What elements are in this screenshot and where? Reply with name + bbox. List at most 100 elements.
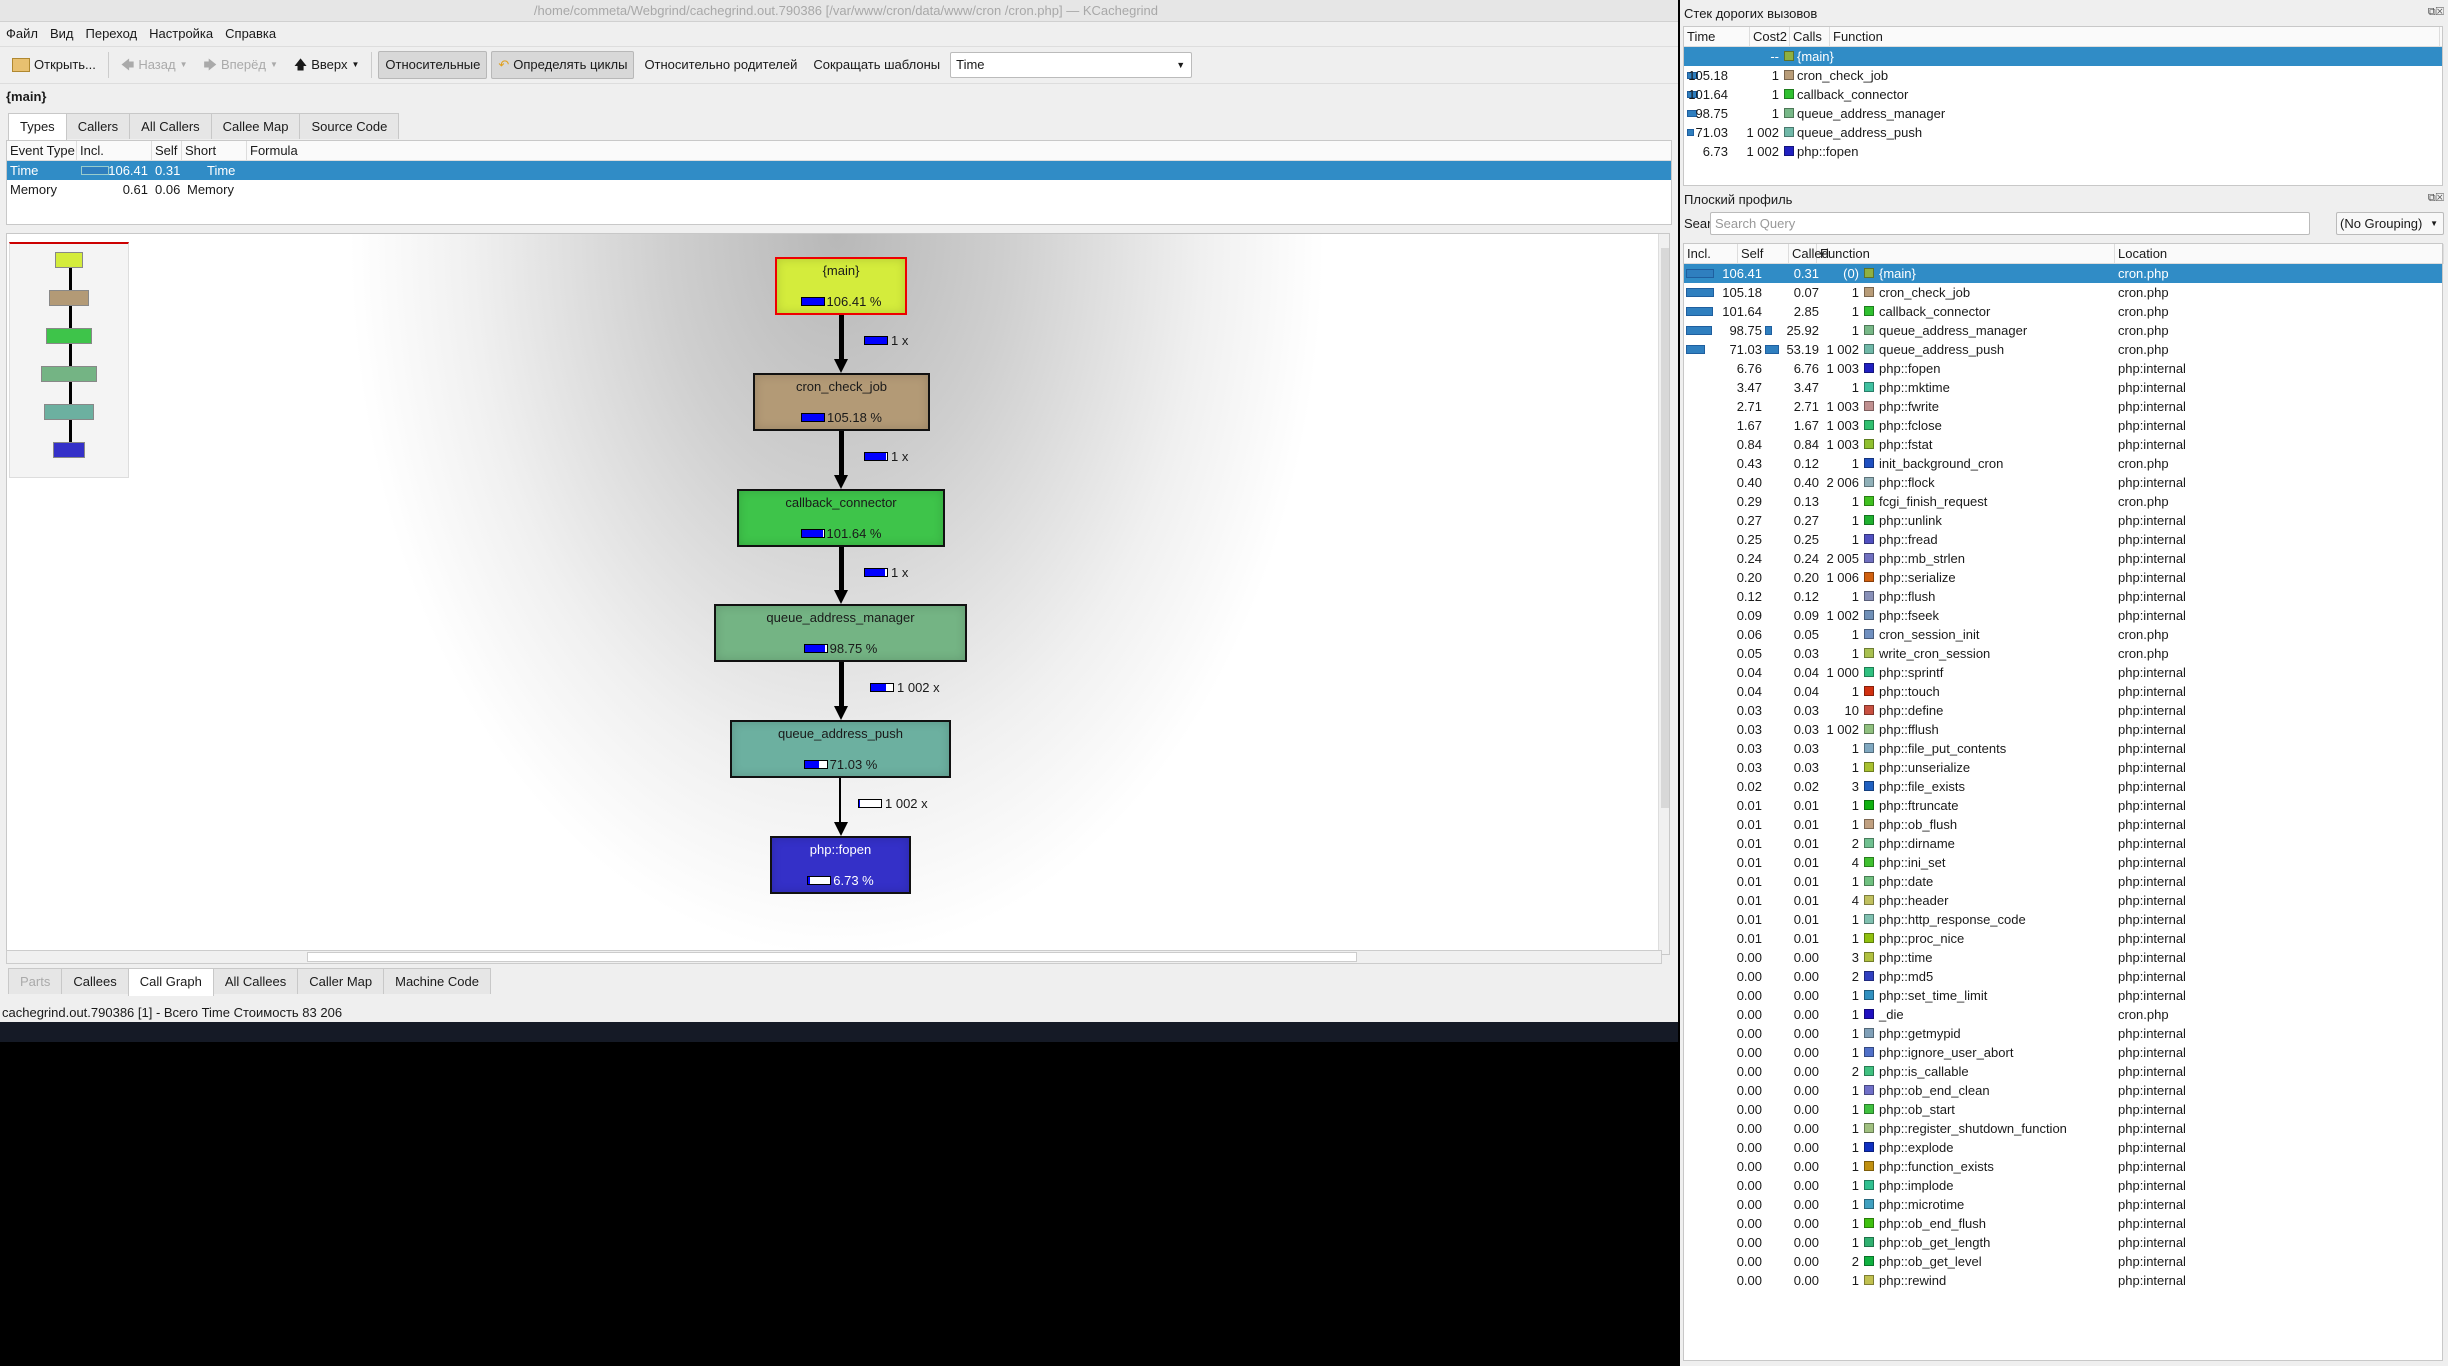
table-row[interactable]: 0.00 0.00 2 php::ob_get_level php:internal bbox=[1684, 1252, 2442, 1271]
table-row[interactable]: 0.12 0.12 1 php::flush php:internal bbox=[1684, 587, 2442, 606]
table-row[interactable]: 0.43 0.12 1 init_background_cron cron.php bbox=[1684, 454, 2442, 473]
table-row[interactable]: 0.29 0.13 1 fcgi_finish_request cron.php bbox=[1684, 492, 2442, 511]
menu-item[interactable]: Справка bbox=[219, 24, 282, 44]
scrollbar-thumb[interactable] bbox=[1661, 248, 1669, 808]
grouping-select[interactable]: (No Grouping) ▼ bbox=[2336, 212, 2444, 235]
tab-machine-code[interactable]: Machine Code bbox=[383, 968, 491, 994]
table-row[interactable]: 0.00 0.00 1 php::register_shutdown_function… bbox=[1684, 1119, 2442, 1138]
table-row[interactable]: 0.00 0.00 1 php::explode php:internal bbox=[1684, 1138, 2442, 1157]
table-row[interactable]: 0.40 0.40 2 006 php::flock php:internal bbox=[1684, 473, 2442, 492]
table-row[interactable]: 0.00 0.00 1 _die cron.php bbox=[1684, 1005, 2442, 1024]
tab-call-graph[interactable]: Call Graph bbox=[127, 968, 214, 996]
table-row[interactable]: -- {main} bbox=[1684, 47, 2442, 66]
relative-parent-toggle[interactable]: Относительно родителей bbox=[638, 51, 803, 79]
table-row[interactable]: 0.00 0.00 1 php::set_time_limit php:internal bbox=[1684, 986, 2442, 1005]
table-row[interactable]: 98.75 1 queue_address_manager bbox=[1684, 104, 2442, 123]
table-row[interactable]: 0.00 0.00 2 php::md5 php:internal bbox=[1684, 967, 2442, 986]
table-row[interactable]: 0.05 0.03 1 write_cron_session cron.php bbox=[1684, 644, 2442, 663]
chevron-down-icon[interactable]: ▼ bbox=[351, 51, 359, 79]
event-type-select[interactable]: Time ▼ bbox=[950, 52, 1193, 78]
horizontal-scrollbar[interactable] bbox=[6, 950, 1662, 964]
table-row[interactable]: 0.00 0.00 1 php::ob_get_length php:internal bbox=[1684, 1233, 2442, 1252]
col-formula[interactable]: Formula bbox=[247, 141, 1671, 160]
col-header[interactable]: Called bbox=[1789, 244, 1829, 264]
tab-callee-map[interactable]: Callee Map bbox=[210, 113, 301, 139]
table-row[interactable]: 0.20 0.20 1 006 php::serialize php:internal bbox=[1684, 568, 2442, 587]
chevron-down-icon[interactable]: ▼ bbox=[270, 51, 278, 79]
tab-types[interactable]: Types bbox=[8, 113, 67, 141]
table-row[interactable]: 1.67 1.67 1 003 php::fclose php:internal bbox=[1684, 416, 2442, 435]
table-row[interactable]: 0.01 0.01 1 php::http_response_code php:inte… bbox=[1684, 910, 2442, 929]
table-row[interactable]: 105.18 0.07 1 cron_check_job cron.php bbox=[1684, 283, 2442, 302]
vertical-scrollbar[interactable] bbox=[1658, 234, 1669, 954]
table-row[interactable]: 0.00 0.00 1 php::ob_start php:internal bbox=[1684, 1100, 2442, 1119]
table-row[interactable]: 0.00 0.00 1 php::ob_end_flush php:internal bbox=[1684, 1214, 2442, 1233]
col-header[interactable]: Location bbox=[2115, 244, 2444, 264]
table-row[interactable]: 0.00 0.00 1 php::getmypid php:internal bbox=[1684, 1024, 2442, 1043]
col-header[interactable]: Function bbox=[1817, 244, 2115, 264]
table-row[interactable]: 0.04 0.04 1 000 php::sprintf php:internal bbox=[1684, 663, 2442, 682]
menu-item[interactable]: Файл bbox=[0, 24, 44, 44]
table-row[interactable]: 6.76 6.76 1 003 php::fopen php:internal bbox=[1684, 359, 2442, 378]
table-row[interactable]: 0.03 0.03 10 php::define php:internal bbox=[1684, 701, 2442, 720]
table-row[interactable]: 0.00 0.00 2 php::is_callable php:internal bbox=[1684, 1062, 2442, 1081]
menu-item[interactable]: Настройка bbox=[143, 24, 219, 44]
table-row[interactable]: 0.01 0.01 1 php::ftruncate php:internal bbox=[1684, 796, 2442, 815]
panel-float-close-icons[interactable]: ⧉☒ bbox=[2428, 192, 2444, 205]
table-row[interactable]: 0.00 0.00 1 php::function_exists php:interna… bbox=[1684, 1157, 2442, 1176]
graph-node[interactable]: queue_address_push 71.03 % bbox=[730, 720, 951, 778]
tab-all-callers[interactable]: All Callers bbox=[129, 113, 212, 139]
col-event-type[interactable]: Event Type bbox=[7, 141, 77, 160]
table-row[interactable]: 105.18 1 cron_check_job bbox=[1684, 66, 2442, 85]
tab-source-code[interactable]: Source Code bbox=[299, 113, 400, 139]
table-row[interactable]: 0.27 0.27 1 php::unlink php:internal bbox=[1684, 511, 2442, 530]
search-input[interactable]: Search Query bbox=[1710, 212, 2310, 235]
table-row[interactable]: 0.09 0.09 1 002 php::fseek php:internal bbox=[1684, 606, 2442, 625]
table-row[interactable]: 3.47 3.47 1 php::mktime php:internal bbox=[1684, 378, 2442, 397]
table-row[interactable]: 0.01 0.01 1 php::ob_flush php:internal bbox=[1684, 815, 2442, 834]
col-header[interactable]: Incl. bbox=[1684, 244, 1738, 264]
table-row[interactable]: 0.04 0.04 1 php::touch php:internal bbox=[1684, 682, 2442, 701]
table-row[interactable]: 98.75 25.92 1 queue_address_manager cron.php bbox=[1684, 321, 2442, 340]
menu-item[interactable]: Переход bbox=[80, 24, 144, 44]
back-button[interactable]: 🡄 Назад ▼ bbox=[115, 51, 194, 79]
open-button[interactable]: Открыть... bbox=[6, 51, 102, 79]
graph-minimap[interactable] bbox=[9, 242, 129, 478]
graph-node[interactable]: {main} 106.41 % bbox=[775, 257, 907, 315]
table-row[interactable]: 0.84 0.84 1 003 php::fstat php:internal bbox=[1684, 435, 2442, 454]
up-button[interactable]: 🡅 Вверх ▼ bbox=[288, 51, 366, 79]
table-row[interactable]: Memory 0.61 0.06 Memory bbox=[7, 180, 1671, 199]
tab-all-callees[interactable]: All Callees bbox=[212, 968, 299, 994]
table-row[interactable]: 0.00 0.00 1 php::microtime php:internal bbox=[1684, 1195, 2442, 1214]
graph-node[interactable]: cron_check_job 105.18 % bbox=[753, 373, 930, 431]
call-graph-canvas[interactable]: {main} 106.41 % 1 x cron_check_job 105.18 % 1… bbox=[6, 233, 1670, 955]
table-row[interactable]: 0.06 0.05 1 cron_session_init cron.php bbox=[1684, 625, 2442, 644]
call-edge[interactable] bbox=[839, 778, 841, 822]
table-row[interactable]: 0.00 0.00 1 php::ignore_user_abort php:inter… bbox=[1684, 1043, 2442, 1062]
table-row[interactable]: 0.00 0.00 1 php::ob_end_clean php:internal bbox=[1684, 1081, 2442, 1100]
col-header[interactable]: Self bbox=[1738, 244, 1789, 264]
scrollbar-thumb[interactable] bbox=[307, 952, 1357, 962]
table-row[interactable]: 0.00 0.00 1 php::implode php:internal bbox=[1684, 1176, 2442, 1195]
col-header[interactable]: Cost2 bbox=[1750, 27, 1790, 47]
chevron-down-icon[interactable]: ▼ bbox=[180, 51, 188, 79]
table-row[interactable]: 71.03 1 002 queue_address_push bbox=[1684, 123, 2442, 142]
table-row[interactable]: 0.01 0.01 1 php::date php:internal bbox=[1684, 872, 2442, 891]
table-row[interactable]: 6.73 1 002 php::fopen bbox=[1684, 142, 2442, 161]
graph-node[interactable]: php::fopen 6.73 % bbox=[770, 836, 911, 894]
menu-item[interactable]: Вид bbox=[44, 24, 80, 44]
col-incl[interactable]: Incl. bbox=[77, 141, 152, 160]
table-row[interactable]: 0.01 0.01 1 php::proc_nice php:internal bbox=[1684, 929, 2442, 948]
call-edge[interactable] bbox=[839, 431, 844, 475]
table-row[interactable]: 0.00 0.00 3 php::time php:internal bbox=[1684, 948, 2442, 967]
table-row[interactable]: 2.71 2.71 1 003 php::fwrite php:internal bbox=[1684, 397, 2442, 416]
table-row[interactable]: 0.24 0.24 2 005 php::mb_strlen php:internal bbox=[1684, 549, 2442, 568]
table-row[interactable]: 106.41 0.31 (0) {main} cron.php bbox=[1684, 264, 2442, 283]
table-row[interactable]: 101.64 1 callback_connector bbox=[1684, 85, 2442, 104]
tab-parts[interactable]: Parts bbox=[8, 968, 63, 994]
call-edge[interactable] bbox=[839, 315, 844, 359]
call-edge[interactable] bbox=[839, 547, 844, 590]
table-row[interactable]: 0.00 0.00 1 php::rewind php:internal bbox=[1684, 1271, 2442, 1290]
table-row[interactable]: 0.03 0.03 1 002 php::fflush php:internal bbox=[1684, 720, 2442, 739]
forward-button[interactable]: 🡆 Вперёд ▼ bbox=[198, 51, 284, 79]
